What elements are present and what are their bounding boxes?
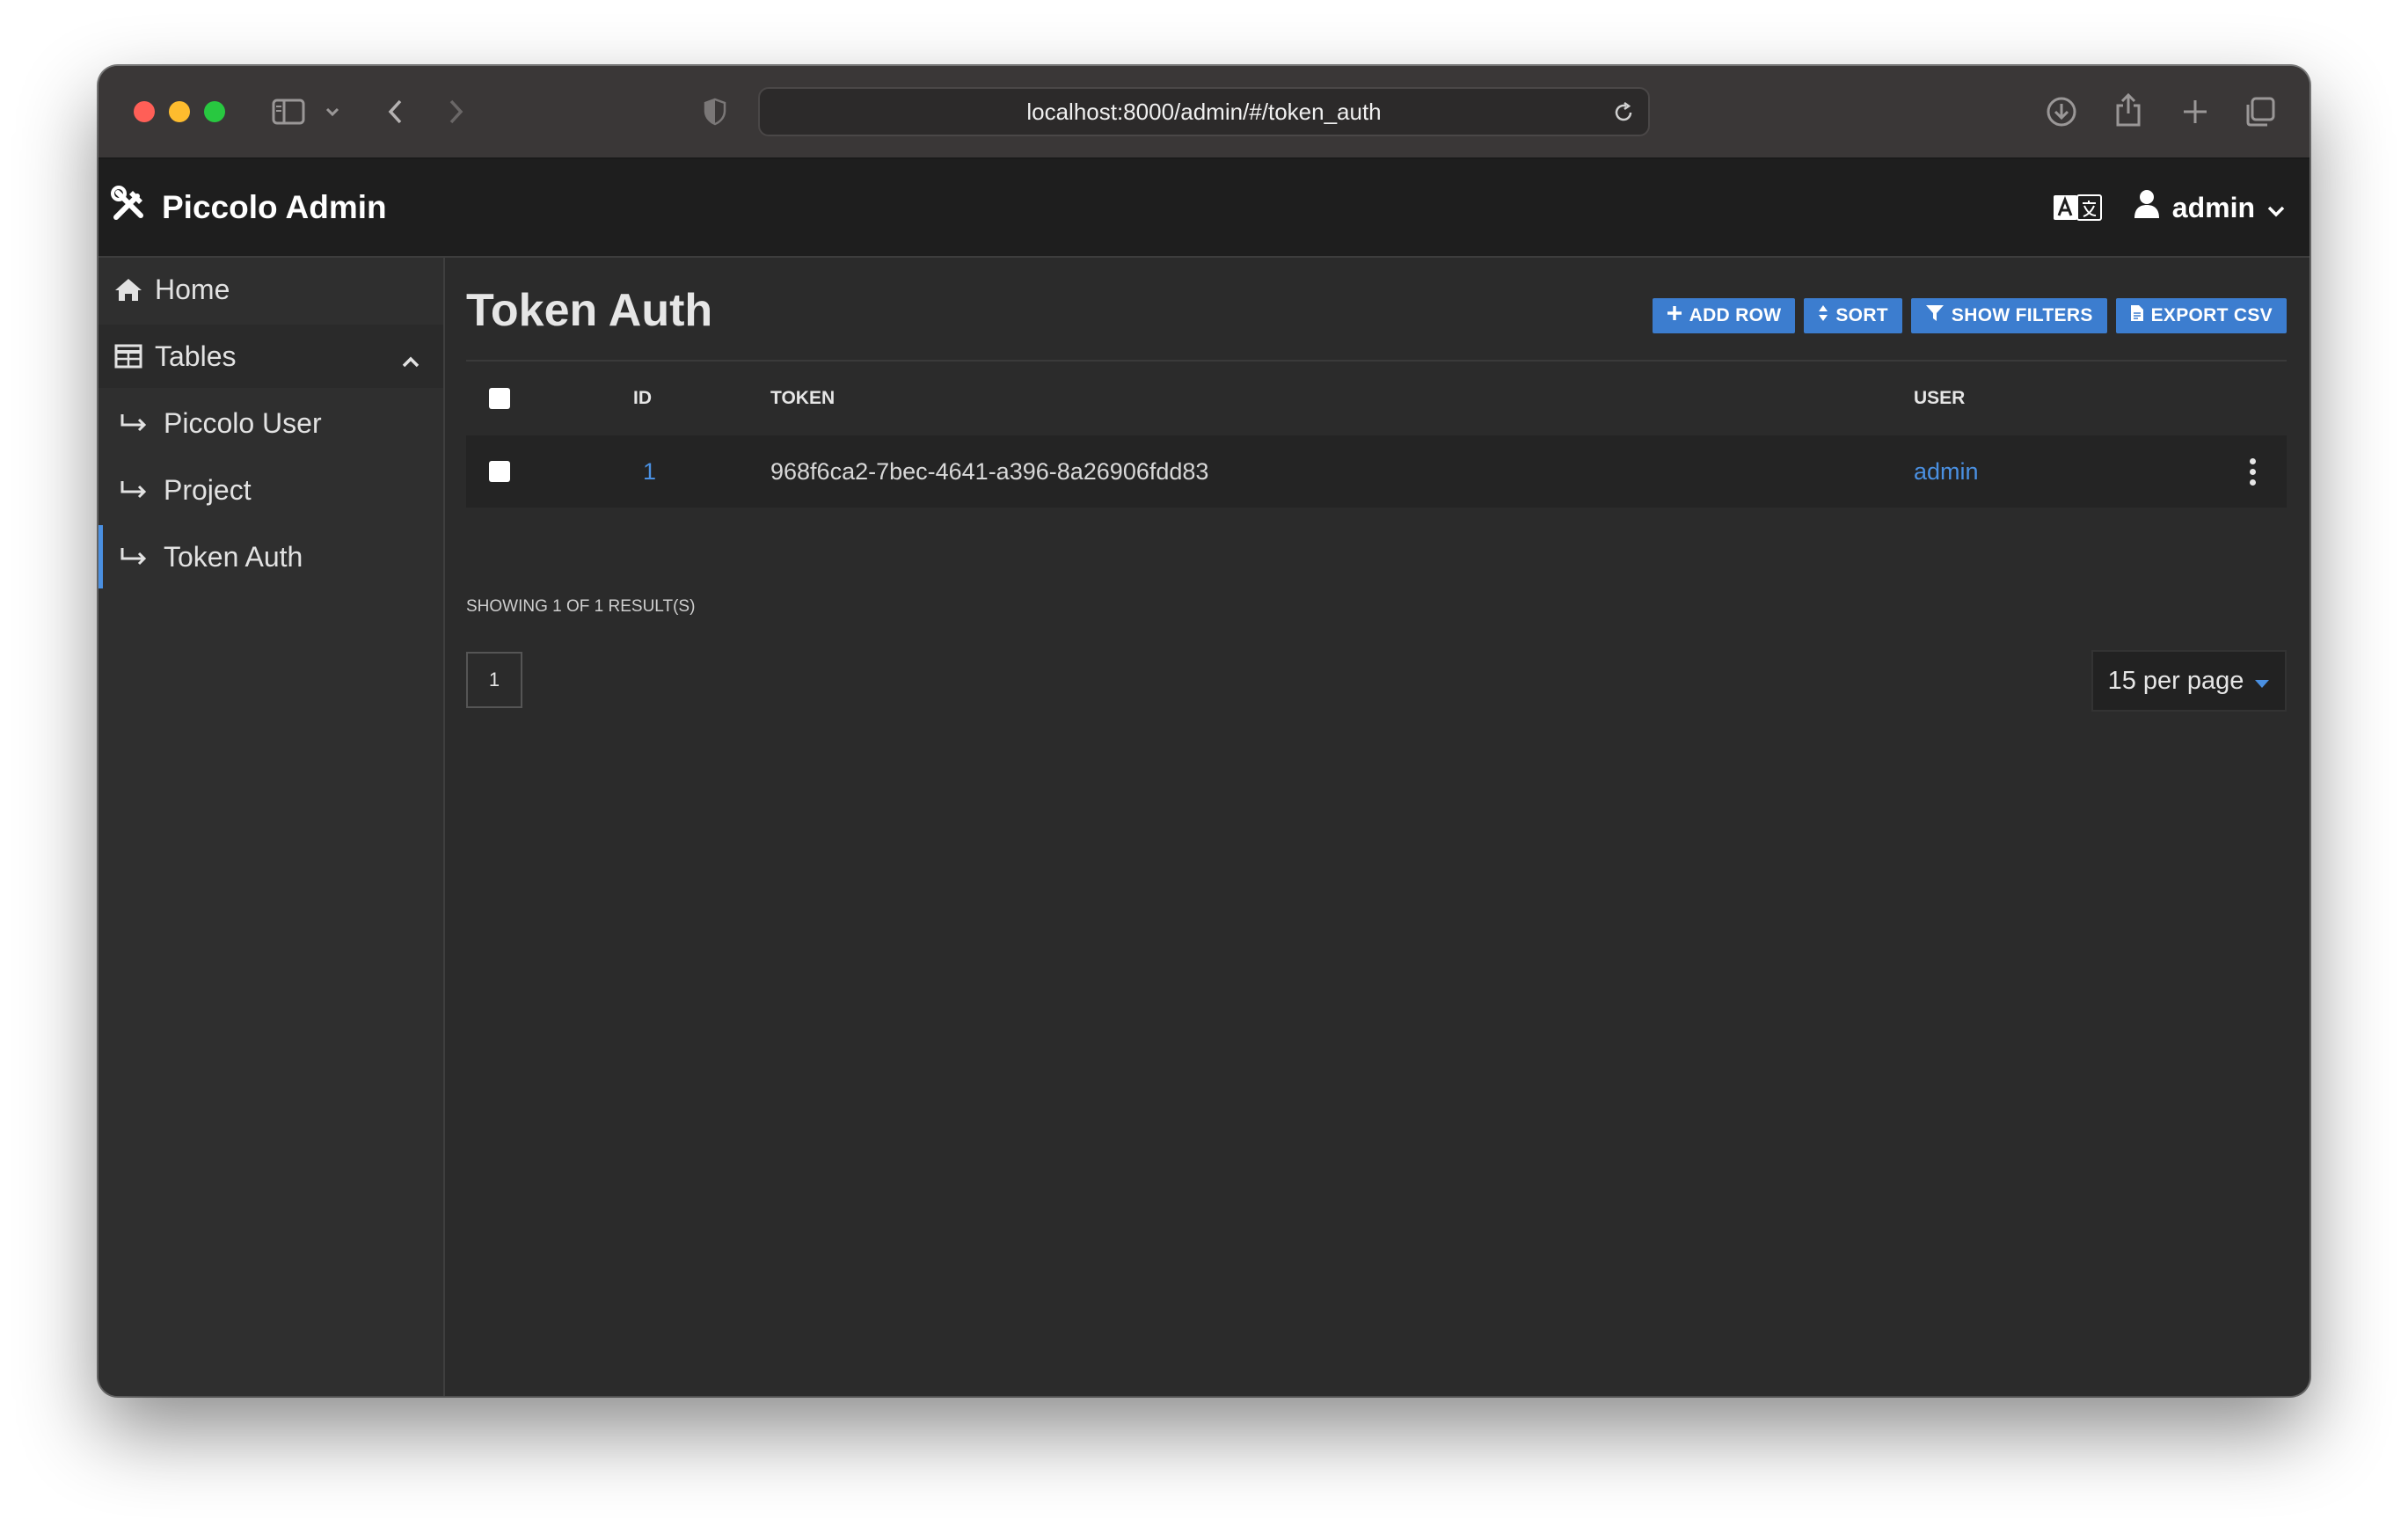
chevron-down-icon[interactable]	[322, 101, 343, 122]
sidebar-item-label: Piccolo User	[164, 406, 322, 439]
url-text: localhost:8000/admin/#/token_auth	[1026, 98, 1382, 125]
browser-window: localhost:8000/admin/#/token_auth Piccol…	[99, 66, 2309, 1396]
column-header-user[interactable]: USER	[1914, 362, 1965, 435]
sidebar-group-tables[interactable]: Tables	[99, 325, 443, 388]
more-vertical-icon	[2250, 457, 2256, 486]
main-content: Token Auth ADD ROW SORT SHOW FILTERS EXP…	[445, 258, 2309, 1396]
show-filters-button[interactable]: SHOW FILTERS	[1910, 298, 2107, 333]
data-table: ID TOKEN USER 1 968f6ca2-7bec-4641-a396-…	[466, 362, 2287, 508]
subdirectory-arrow-icon	[118, 474, 150, 506]
tools-icon	[111, 185, 148, 230]
back-icon[interactable]	[382, 96, 408, 128]
row-actions-menu[interactable]	[2250, 435, 2256, 508]
export-csv-button[interactable]: EXPORT CSV	[2115, 298, 2287, 333]
translate-icon[interactable]	[2053, 194, 2102, 221]
sidebar-item-token-auth[interactable]: Token Auth	[99, 525, 443, 588]
maximize-window-button[interactable]	[204, 101, 225, 122]
row-user-link[interactable]: admin	[1914, 435, 1979, 508]
subdirectory-arrow-icon	[118, 407, 150, 439]
result-count: SHOWING 1 OF 1 RESULT(S)	[466, 597, 696, 616]
caret-down-icon	[2254, 667, 2270, 696]
username: admin	[2171, 191, 2255, 223]
sidebar-item-label: Home	[155, 273, 230, 305]
tab-overview-icon[interactable]	[2243, 94, 2278, 129]
user-menu[interactable]: admin	[2134, 189, 2285, 226]
reload-icon[interactable]	[1611, 100, 1636, 131]
page-title: Token Auth	[466, 285, 713, 336]
download-icon[interactable]	[2044, 94, 2079, 129]
pagination-page-1[interactable]: 1	[466, 652, 522, 708]
file-csv-icon	[2130, 304, 2144, 327]
select-all-checkbox[interactable]	[489, 388, 510, 409]
per-page-select[interactable]: 15 per page	[2091, 650, 2287, 712]
row-id-link[interactable]: 1	[643, 435, 656, 508]
address-bar[interactable]: localhost:8000/admin/#/token_auth	[758, 87, 1650, 136]
row-select-cell	[489, 435, 510, 508]
sort-icon	[1818, 304, 1828, 327]
home-icon	[113, 274, 144, 305]
sidebar: Home Tables Piccolo User Project Token A…	[99, 258, 445, 1396]
browser-toolbar: localhost:8000/admin/#/token_auth	[99, 66, 2309, 159]
table-icon	[113, 340, 144, 372]
plus-icon	[1667, 305, 1682, 326]
sidebar-toggle-icon[interactable]	[271, 96, 306, 128]
add-row-button[interactable]: ADD ROW	[1652, 298, 1796, 333]
sort-label: SORT	[1835, 305, 1888, 325]
chevron-down-icon	[2267, 192, 2285, 224]
app-header: Piccolo Admin admin	[99, 159, 2309, 258]
filter-icon	[1925, 303, 1945, 328]
select-all-cell	[489, 362, 510, 435]
column-header-token[interactable]: TOKEN	[770, 362, 835, 435]
table-header: ID TOKEN USER	[466, 362, 2287, 435]
per-page-value: 15 per page	[2107, 666, 2244, 695]
sidebar-item-project[interactable]: Project	[99, 458, 443, 522]
sidebar-item-label: Project	[164, 473, 252, 506]
app-title: Piccolo Admin	[162, 189, 387, 225]
minimize-window-button[interactable]	[169, 101, 190, 122]
forward-icon[interactable]	[443, 96, 470, 128]
toolbar-actions: ADD ROW SORT SHOW FILTERS EXPORT CSV	[1652, 298, 2287, 333]
row-token: 968f6ca2-7bec-4641-a396-8a26906fdd83	[770, 457, 1209, 485]
new-tab-icon[interactable]	[2178, 94, 2213, 129]
row-checkbox[interactable]	[489, 461, 510, 482]
close-window-button[interactable]	[134, 101, 155, 122]
subdirectory-arrow-icon	[118, 541, 150, 573]
sort-button[interactable]: SORT	[1804, 298, 1902, 333]
table-row: 1 968f6ca2-7bec-4641-a396-8a26906fdd83 a…	[466, 435, 2287, 508]
chevron-up-icon[interactable]	[401, 344, 420, 376]
user-icon	[2134, 189, 2160, 226]
export-csv-label: EXPORT CSV	[2150, 305, 2273, 325]
shield-icon	[700, 96, 730, 128]
brand[interactable]: Piccolo Admin	[111, 159, 387, 256]
sidebar-item-label: Tables	[155, 340, 237, 372]
share-icon[interactable]	[2111, 91, 2146, 129]
sidebar-item-piccolo-user[interactable]: Piccolo User	[99, 391, 443, 455]
sidebar-item-home[interactable]: Home	[99, 258, 443, 321]
sidebar-item-label: Token Auth	[164, 540, 303, 573]
add-row-label: ADD ROW	[1689, 305, 1782, 325]
column-header-id[interactable]: ID	[633, 362, 652, 435]
show-filters-label: SHOW FILTERS	[1951, 305, 2093, 325]
